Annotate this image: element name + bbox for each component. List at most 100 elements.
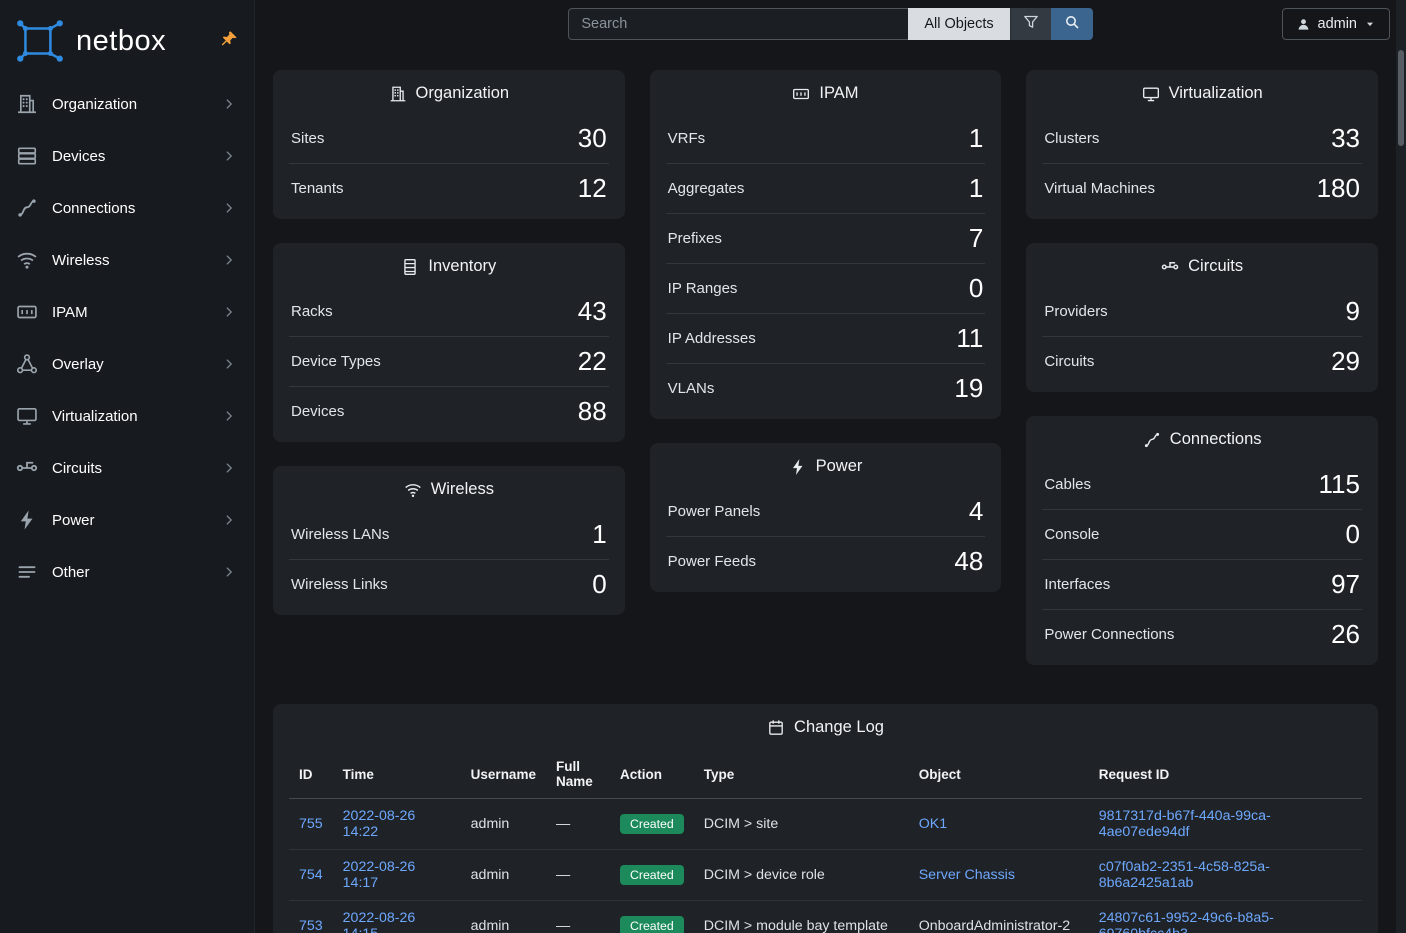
changelog-time-link[interactable]: 2022-08-26 14:22 [343, 808, 416, 840]
card-title: Connections [1170, 430, 1262, 449]
stat-value[interactable]: 88 [578, 396, 607, 427]
stat-value[interactable]: 0 [592, 569, 606, 600]
changelog-request-id-link[interactable]: 9817317d-b67f-440a-99ca-4ae07ede94df [1099, 808, 1271, 840]
sidebar-item-overlay[interactable]: Overlay [0, 338, 254, 390]
stat-value[interactable]: 115 [1319, 469, 1360, 500]
column-header-id: ID [289, 751, 333, 799]
filter-button[interactable] [1010, 8, 1051, 40]
changelog-id-link[interactable]: 753 [299, 918, 323, 933]
changelog-request-id-link[interactable]: 24807c61-9952-49c6-b8a5-69760bfcc4b3 [1099, 910, 1274, 933]
changelog-fullname: — [546, 799, 610, 850]
sidebar-item-label: Organization [52, 96, 137, 113]
stat-value[interactable]: 9 [1346, 296, 1360, 327]
sidebar-item-virtualization[interactable]: Virtualization [0, 390, 254, 442]
stat-value[interactable]: 22 [578, 346, 607, 377]
stat-label[interactable]: Clusters [1044, 130, 1099, 147]
stat-label[interactable]: Power Panels [668, 503, 761, 520]
stat-label[interactable]: Wireless LANs [291, 526, 389, 543]
sidebar-item-organization[interactable]: Organization [0, 78, 254, 130]
pin-icon[interactable] [220, 30, 238, 48]
changelog-object-link[interactable]: Server Chassis [919, 867, 1015, 883]
stat-label[interactable]: Aggregates [668, 180, 745, 197]
stat-value[interactable]: 19 [954, 373, 983, 404]
stat-row: Devices 88 [289, 386, 609, 436]
changelog-fullname: — [546, 901, 610, 933]
stat-label[interactable]: IP Ranges [668, 280, 738, 297]
sidebar-item-other[interactable]: Other [0, 546, 254, 598]
changelog-username: admin [461, 850, 546, 901]
stat-value[interactable]: 48 [954, 546, 983, 577]
sidebar-item-circuits[interactable]: Circuits [0, 442, 254, 494]
changelog-id-link[interactable]: 755 [299, 816, 323, 832]
wifi-icon [404, 481, 422, 499]
stat-label[interactable]: Circuits [1044, 353, 1094, 370]
stat-label[interactable]: VLANs [668, 380, 715, 397]
changelog-username: admin [461, 799, 546, 850]
stat-value[interactable]: 33 [1331, 123, 1360, 154]
stat-label[interactable]: Prefixes [668, 230, 722, 247]
brand-name: netbox [76, 25, 166, 58]
search-submit-button[interactable] [1051, 8, 1093, 40]
stat-label[interactable]: Providers [1044, 303, 1107, 320]
stat-label[interactable]: Devices [291, 403, 344, 420]
search-input[interactable] [568, 8, 908, 40]
stat-value[interactable]: 97 [1331, 569, 1360, 600]
stat-value[interactable]: 11 [956, 323, 983, 354]
change-log-icon [767, 719, 785, 737]
changelog-fullname: — [546, 850, 610, 901]
stat-value[interactable]: 0 [969, 273, 983, 304]
stat-label[interactable]: Device Types [291, 353, 381, 370]
netbox-logo[interactable] [14, 18, 66, 64]
stat-value[interactable]: 7 [969, 223, 983, 254]
object-type-dropdown[interactable]: All Objects [908, 8, 1009, 40]
stat-label[interactable]: Tenants [291, 180, 344, 197]
monitor-icon [1142, 85, 1160, 103]
stat-value[interactable]: 26 [1331, 619, 1360, 650]
stat-value[interactable]: 4 [969, 496, 983, 527]
sidebar-item-devices[interactable]: Devices [0, 130, 254, 182]
stat-label[interactable]: Virtual Machines [1044, 180, 1155, 197]
stat-value[interactable]: 0 [1346, 519, 1360, 550]
stat-row: Circuits 29 [1042, 336, 1362, 386]
stat-value[interactable]: 1 [592, 519, 606, 550]
stat-row: Power Connections 26 [1042, 609, 1362, 659]
stat-row: Providers 9 [1042, 286, 1362, 336]
sidebar-item-wireless[interactable]: Wireless [0, 234, 254, 286]
sidebar-item-label: Circuits [52, 460, 102, 477]
stat-label[interactable]: VRFs [668, 130, 706, 147]
stat-label[interactable]: Sites [291, 130, 324, 147]
scrollbar-thumb[interactable] [1398, 50, 1404, 146]
stat-row: Cables 115 [1042, 459, 1362, 509]
stat-label[interactable]: Console [1044, 526, 1099, 543]
changelog-time-link[interactable]: 2022-08-26 14:15 [343, 910, 416, 933]
stat-value[interactable]: 29 [1331, 346, 1360, 377]
card-header: Circuits [1042, 243, 1362, 286]
stat-label[interactable]: Wireless Links [291, 576, 388, 593]
user-menu-button[interactable]: admin [1282, 8, 1391, 40]
stat-label[interactable]: Power Connections [1044, 626, 1174, 643]
stat-label[interactable]: Racks [291, 303, 333, 320]
network-graph-icon [16, 353, 38, 375]
stat-label[interactable]: Interfaces [1044, 576, 1110, 593]
chevron-right-icon [222, 201, 236, 215]
stat-value[interactable]: 12 [578, 173, 607, 204]
stat-label[interactable]: Cables [1044, 476, 1091, 493]
sidebar-item-label: IPAM [52, 304, 88, 321]
lightning-icon [16, 509, 38, 531]
changelog-id-link[interactable]: 754 [299, 867, 323, 883]
stat-value[interactable]: 30 [578, 123, 607, 154]
changelog-request-id-link[interactable]: c07f0ab2-2351-4c58-825a-8b6a2425a1ab [1099, 859, 1270, 891]
stat-value[interactable]: 1 [969, 123, 983, 154]
stat-label[interactable]: IP Addresses [668, 330, 756, 347]
sidebar-item-ipam[interactable]: IPAM [0, 286, 254, 338]
stat-value[interactable]: 180 [1317, 173, 1360, 204]
sidebar-item-connections[interactable]: Connections [0, 182, 254, 234]
card-header: Change Log [289, 704, 1362, 747]
changelog-object-link[interactable]: OK1 [919, 816, 947, 832]
stat-value[interactable]: 1 [969, 173, 983, 204]
changelog-time-link[interactable]: 2022-08-26 14:17 [343, 859, 416, 891]
stat-label[interactable]: Power Feeds [668, 553, 756, 570]
sidebar-item-power[interactable]: Power [0, 494, 254, 546]
changelog-username: admin [461, 901, 546, 933]
stat-value[interactable]: 43 [578, 296, 607, 327]
